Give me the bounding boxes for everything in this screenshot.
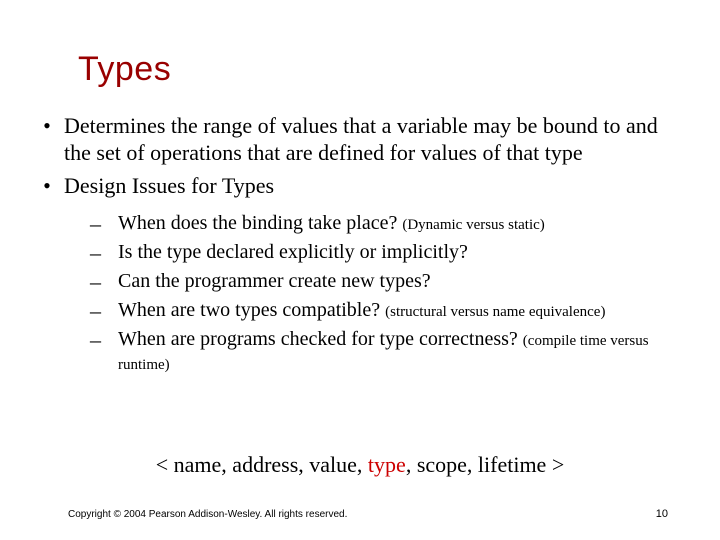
indent xyxy=(30,298,90,325)
bullet-level1: • Determines the range of values that a … xyxy=(30,113,690,167)
tuple-part2: , scope, lifetime xyxy=(406,452,552,477)
copyright-footer: Copyright © 2004 Pearson Addison-Wesley.… xyxy=(68,509,347,520)
indent xyxy=(30,240,90,267)
indent xyxy=(30,211,90,238)
sub-main: When does the binding take place? xyxy=(118,212,402,234)
sub-bullet-text: When does the binding take place? (Dynam… xyxy=(118,211,690,238)
tuple-part1: name, address, value, xyxy=(174,452,368,477)
bullet-dot-icon: • xyxy=(30,173,64,200)
slide-body: • Determines the range of values that a … xyxy=(30,113,690,376)
page-number: 10 xyxy=(656,508,668,520)
indent xyxy=(30,327,90,376)
bullet-level2: – Is the type declared explicitly or imp… xyxy=(30,240,690,267)
sub-main: Can the programmer create new types? xyxy=(118,270,431,292)
bullet-level2: – When does the binding take place? (Dyn… xyxy=(30,211,690,238)
bullet-text: Design Issues for Types xyxy=(64,173,690,200)
sub-note: (Dynamic versus static) xyxy=(402,217,544,233)
bullet-level2: – When are programs checked for type cor… xyxy=(30,327,690,376)
sub-main: When are two types compatible? xyxy=(118,299,385,321)
sub-note: (structural versus name equivalence) xyxy=(385,304,605,320)
bullet-dot-icon: • xyxy=(30,113,64,167)
slide-title: Types xyxy=(30,0,690,89)
bullet-level1: • Design Issues for Types xyxy=(30,173,690,200)
bullet-text: Determines the range of values that a va… xyxy=(64,113,690,167)
tuple-close: > xyxy=(552,452,564,477)
bullet-dash-icon: – xyxy=(90,240,118,267)
bullet-dash-icon: – xyxy=(90,327,118,376)
bullet-dash-icon: – xyxy=(90,269,118,296)
sub-main: Is the type declared explicitly or impli… xyxy=(118,241,468,263)
sub-bullet-text: Can the programmer create new types? xyxy=(118,269,690,296)
indent xyxy=(30,269,90,296)
bullet-level2: – When are two types compatible? (struct… xyxy=(30,298,690,325)
slide: Types • Determines the range of values t… xyxy=(0,0,720,540)
tuple-open: < xyxy=(156,452,174,477)
bullet-dash-icon: – xyxy=(90,211,118,238)
bullet-dash-icon: – xyxy=(90,298,118,325)
sub-main: When are programs checked for type corre… xyxy=(118,328,523,350)
attribute-tuple: < name, address, value, type, scope, lif… xyxy=(0,452,720,478)
bullet-level2: – Can the programmer create new types? xyxy=(30,269,690,296)
spacer xyxy=(30,199,690,209)
sub-bullet-text: When are two types compatible? (structur… xyxy=(118,298,690,325)
tuple-highlight: type xyxy=(368,452,406,477)
sub-bullet-text: Is the type declared explicitly or impli… xyxy=(118,240,690,267)
sub-bullet-text: When are programs checked for type corre… xyxy=(118,327,690,376)
